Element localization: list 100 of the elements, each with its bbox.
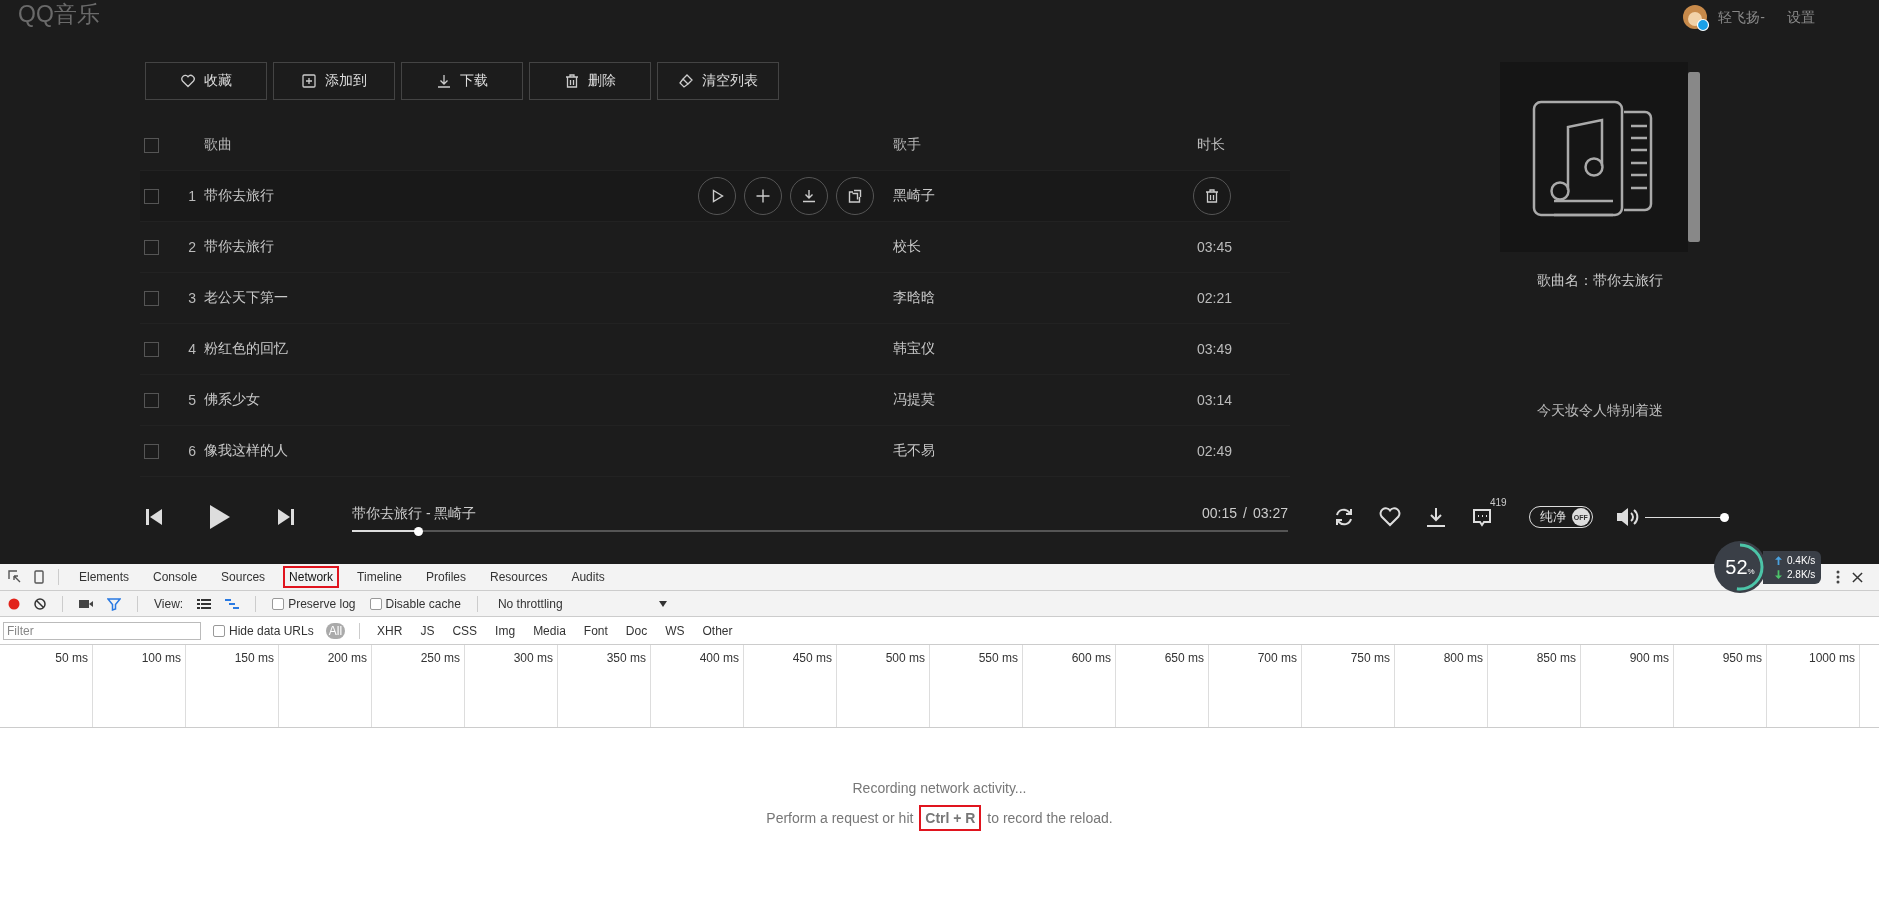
- resource-type-filter[interactable]: Media: [530, 622, 569, 639]
- singer-name[interactable]: 黑崎子: [893, 187, 1197, 205]
- hide-data-urls-label[interactable]: Hide data URLs: [229, 623, 314, 638]
- timeline-tick: 800 ms: [1443, 651, 1483, 665]
- filter-field[interactable]: Filter: [3, 621, 201, 640]
- resource-type-filter[interactable]: Font: [580, 622, 611, 639]
- resource-type-filter[interactable]: Img: [492, 622, 519, 639]
- song-title[interactable]: 像我这样的人: [204, 442, 698, 460]
- device-icon[interactable]: [34, 570, 44, 584]
- heart-icon[interactable]: [1378, 505, 1402, 529]
- toolbar-button[interactable]: 下载: [401, 62, 523, 100]
- more-options-icon[interactable]: [1836, 570, 1840, 584]
- hide-data-urls-checkbox[interactable]: [213, 624, 225, 637]
- devtools-tab[interactable]: Timeline: [351, 566, 408, 588]
- devtools-tab[interactable]: Elements: [73, 566, 136, 588]
- close-icon[interactable]: [1852, 571, 1863, 583]
- devtools-tab[interactable]: Sources: [215, 566, 272, 588]
- devtools-tab[interactable]: Resources: [484, 566, 554, 588]
- toolbar-button[interactable]: 添加到: [273, 62, 395, 100]
- next-icon[interactable]: [277, 508, 295, 526]
- devtools-tab[interactable]: Profiles: [420, 566, 473, 588]
- resource-type-filter[interactable]: XHR: [374, 622, 406, 639]
- settings-link[interactable]: 设置: [1787, 9, 1815, 27]
- waterfall-view-icon[interactable]: [225, 598, 240, 609]
- option-label[interactable]: Disable cache: [385, 596, 461, 611]
- song-duration: 02:49: [1197, 443, 1234, 459]
- song-row[interactable]: 6 像我这样的人 毛不易 02:49: [140, 426, 1290, 477]
- column-header: 时长: [1197, 136, 1226, 154]
- row-checkbox[interactable]: [144, 188, 159, 204]
- song-duration: 03:14: [1197, 392, 1234, 408]
- option-checkbox[interactable]: [272, 597, 285, 610]
- progress-thumb[interactable]: [413, 526, 423, 536]
- devtools-tab[interactable]: Network: [283, 566, 340, 588]
- row-checkbox[interactable]: [144, 341, 159, 357]
- total-time: 03:27: [1252, 504, 1288, 523]
- toolbar-button[interactable]: 清空列表: [657, 62, 779, 100]
- timeline-tick: 50 ms: [55, 651, 88, 665]
- track-number: 2: [187, 239, 197, 255]
- song-name-label: 歌曲名：带你去旅行: [1537, 272, 1663, 290]
- download-arrow-icon: [1775, 569, 1782, 579]
- singer-name[interactable]: 李晗晗: [893, 289, 1197, 307]
- toolbar-button[interactable]: 删除: [529, 62, 651, 100]
- heart-icon: [180, 73, 196, 89]
- resource-type-filter[interactable]: Doc: [622, 622, 651, 639]
- singer-name[interactable]: 毛不易: [893, 442, 1197, 460]
- record-icon[interactable]: [8, 597, 20, 610]
- timeline-tick: 450 ms: [792, 651, 832, 665]
- song-title[interactable]: 粉红色的回忆: [204, 340, 698, 358]
- usage-percent: 52: [1725, 555, 1748, 579]
- devtools-tab[interactable]: Audits: [565, 566, 611, 588]
- resource-type-filter[interactable]: Other: [699, 622, 736, 639]
- resource-type-filter[interactable]: JS: [417, 622, 438, 639]
- row-checkbox[interactable]: [144, 443, 159, 459]
- select-all-checkbox[interactable]: [144, 137, 159, 153]
- row-checkbox[interactable]: [144, 239, 159, 255]
- resource-type-filter[interactable]: WS: [662, 622, 688, 639]
- comment-count: 419: [1490, 497, 1507, 508]
- elapsed-time: 00:15: [1202, 504, 1238, 523]
- row-checkbox[interactable]: [144, 290, 159, 306]
- lyric-line: 今天妆令人特别着迷: [1537, 402, 1663, 420]
- previous-icon[interactable]: [145, 508, 163, 526]
- song-title[interactable]: 老公天下第一: [204, 289, 698, 307]
- option-label[interactable]: Preserve log: [288, 596, 356, 611]
- timeline-tick: 750 ms: [1350, 651, 1390, 665]
- singer-name[interactable]: 冯提莫: [893, 391, 1197, 409]
- devtools-tab[interactable]: Console: [147, 566, 204, 588]
- camera-icon[interactable]: [79, 598, 93, 609]
- song-row[interactable]: 4 粉红色的回忆 韩宝仪 03:49: [140, 324, 1290, 375]
- song-row[interactable]: 2 带你去旅行 校长 03:45: [140, 222, 1290, 273]
- play-icon[interactable]: [209, 504, 231, 530]
- user-name[interactable]: 轻飞扬-: [1718, 9, 1765, 27]
- plus-square-icon: [301, 73, 317, 89]
- download-icon: [801, 188, 817, 204]
- trash-icon: [564, 73, 580, 89]
- toolbar-button[interactable]: 收藏: [145, 62, 267, 100]
- throttling-dropdown[interactable]: No throttling: [493, 596, 671, 611]
- song-title[interactable]: 佛系少女: [204, 391, 698, 409]
- timeline-tick: 300 ms: [513, 651, 553, 665]
- user-avatar[interactable]: [1682, 4, 1711, 32]
- song-row[interactable]: 3 老公天下第一 李晗晗 02:21: [140, 273, 1290, 324]
- download-icon[interactable]: [1424, 505, 1448, 529]
- song-row[interactable]: 5 佛系少女 冯提莫 03:14: [140, 375, 1290, 426]
- singer-name[interactable]: 校长: [893, 238, 1197, 256]
- track-number: 4: [187, 341, 197, 357]
- row-checkbox[interactable]: [144, 392, 159, 408]
- filter-icon[interactable]: [107, 596, 121, 611]
- volume-icon[interactable]: [1614, 505, 1639, 529]
- resource-type-filter[interactable]: CSS: [449, 622, 481, 639]
- list-view-icon[interactable]: [197, 598, 212, 609]
- timeline-tick: 650 ms: [1164, 651, 1204, 665]
- inspect-icon[interactable]: [8, 570, 22, 584]
- song-title[interactable]: 带你去旅行: [204, 187, 698, 205]
- singer-name[interactable]: 韩宝仪: [893, 340, 1197, 358]
- track-number: 3: [187, 290, 197, 306]
- clear-icon[interactable]: [34, 597, 46, 610]
- timeline-tick: 150 ms: [234, 651, 274, 665]
- option-checkbox[interactable]: [369, 597, 382, 610]
- song-title[interactable]: 带你去旅行: [204, 238, 698, 256]
- column-header: 歌曲: [204, 136, 233, 154]
- caret-icon: [658, 600, 667, 607]
